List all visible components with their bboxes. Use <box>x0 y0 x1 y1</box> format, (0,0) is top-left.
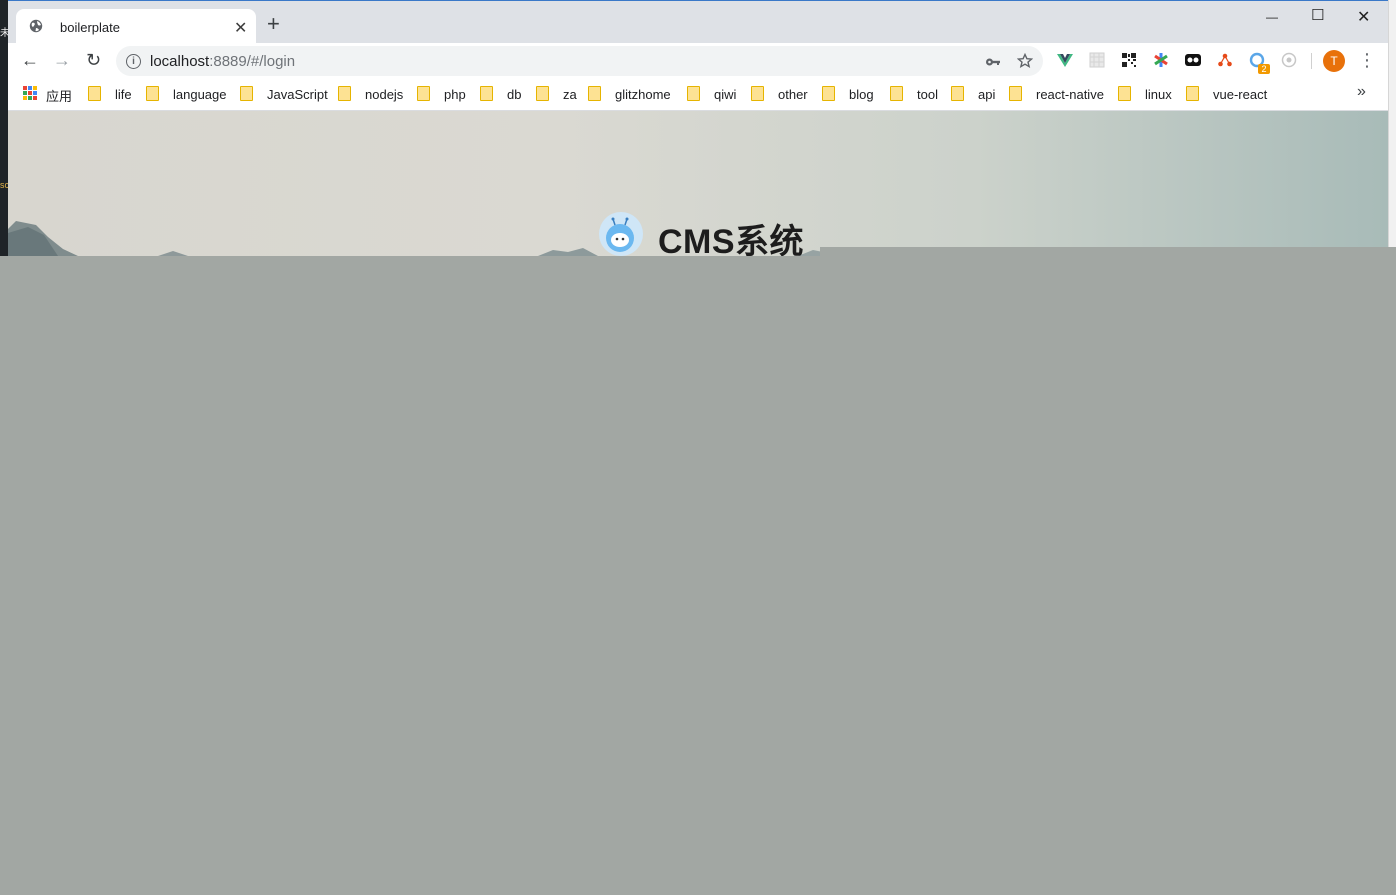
vue-devtools-icon[interactable] <box>1057 52 1073 68</box>
forward-button[interactable]: → <box>53 50 71 71</box>
bookmark-folder[interactable]: za <box>536 86 577 102</box>
folder-icon <box>480 86 493 101</box>
extension-badge: 2 <box>1258 64 1270 74</box>
browser-menu-button[interactable]: ⋮ <box>1358 50 1376 71</box>
page-title: CMS系统 <box>658 223 805 256</box>
globe-icon <box>29 19 43 33</box>
tab-boilerplate[interactable]: boilerplate ✕ <box>16 9 256 44</box>
disabled-extension-icon[interactable] <box>1281 52 1297 68</box>
tab-title: boilerplate <box>60 20 120 35</box>
bookmarks-overflow-button[interactable]: » <box>1357 83 1366 101</box>
toolbar-separator <box>1311 53 1312 69</box>
bookmark-apps[interactable]: 应用 <box>46 86 72 105</box>
folder-icon <box>1186 86 1199 101</box>
bookmark-folder[interactable]: tool <box>890 86 938 102</box>
folder-icon <box>536 86 549 101</box>
folder-icon <box>240 86 253 101</box>
address-bar[interactable]: i localhost:8889/#/login <box>116 46 1043 76</box>
overlay-panel <box>0 256 1396 895</box>
bookmark-folder[interactable]: react-native <box>1009 86 1104 102</box>
cms-logo-icon <box>599 212 643 256</box>
folder-icon <box>822 86 835 101</box>
folder-icon <box>338 86 351 101</box>
asterisk-extension-icon[interactable] <box>1153 52 1169 68</box>
folder-icon <box>1118 86 1131 101</box>
grid-extension-icon[interactable] <box>1089 52 1105 68</box>
desktop-right-edge <box>1388 0 1396 256</box>
tab-strip: boilerplate ✕ + — ☐ ✕ <box>8 0 1388 44</box>
minimize-button[interactable]: — <box>1266 10 1278 24</box>
folder-icon <box>88 86 101 101</box>
new-tab-button[interactable]: + <box>267 13 280 35</box>
browser-window: boilerplate ✕ + — ☐ ✕ ← → ↻ i localhost:… <box>8 0 1388 111</box>
bookmarks-bar: 应用 life language JavaScript nodejs php d… <box>8 79 1388 111</box>
bookmark-folder[interactable]: qiwi <box>687 86 736 102</box>
glasses-icon[interactable] <box>1185 52 1201 68</box>
bookmark-folder[interactable]: blog <box>822 86 874 102</box>
maximize-button[interactable]: ☐ <box>1311 6 1324 24</box>
close-window-button[interactable]: ✕ <box>1357 7 1370 27</box>
folder-icon <box>417 86 430 101</box>
folder-icon <box>1009 86 1022 101</box>
qr-code-icon[interactable] <box>1121 52 1137 68</box>
bookmark-folder[interactable]: JavaScript <box>240 86 328 102</box>
apps-grid-icon[interactable] <box>23 86 37 100</box>
bookmark-folder[interactable]: vue-react <box>1186 86 1267 102</box>
browser-toolbar: ← → ↻ i localhost:8889/#/login 2 T ⋮ <box>8 43 1388 79</box>
back-button[interactable]: ← <box>21 50 39 71</box>
folder-icon <box>146 86 159 101</box>
bookmark-folder[interactable]: language <box>146 86 227 102</box>
bookmark-folder[interactable]: other <box>751 86 808 102</box>
folder-icon <box>588 86 601 101</box>
folder-icon <box>890 86 903 101</box>
bookmark-folder[interactable]: api <box>951 86 995 102</box>
bookmark-folder[interactable]: db <box>480 86 521 102</box>
bookmark-folder[interactable]: linux <box>1118 86 1172 102</box>
bookmark-folder[interactable]: life <box>88 86 132 102</box>
bookmark-star-icon[interactable] <box>1017 53 1033 69</box>
reload-button[interactable]: ↻ <box>86 50 101 71</box>
site-info-icon[interactable]: i <box>126 54 141 69</box>
desktop-left-edge: 未 sc <box>0 0 10 256</box>
bookmark-folder[interactable]: glitzhome <box>588 86 671 102</box>
network-extension-icon[interactable] <box>1217 52 1233 68</box>
key-icon[interactable] <box>985 54 1001 70</box>
folder-icon <box>751 86 764 101</box>
bookmark-folder[interactable]: nodejs <box>338 86 403 102</box>
tab-close-icon[interactable]: ✕ <box>234 18 247 38</box>
page-viewport: CMS系统 <box>8 111 1388 256</box>
profile-avatar[interactable]: T <box>1323 50 1345 72</box>
folder-icon <box>687 86 700 101</box>
folder-icon <box>951 86 964 101</box>
address-url[interactable]: localhost:8889/#/login <box>150 53 295 70</box>
bookmark-folder[interactable]: php <box>417 86 466 102</box>
